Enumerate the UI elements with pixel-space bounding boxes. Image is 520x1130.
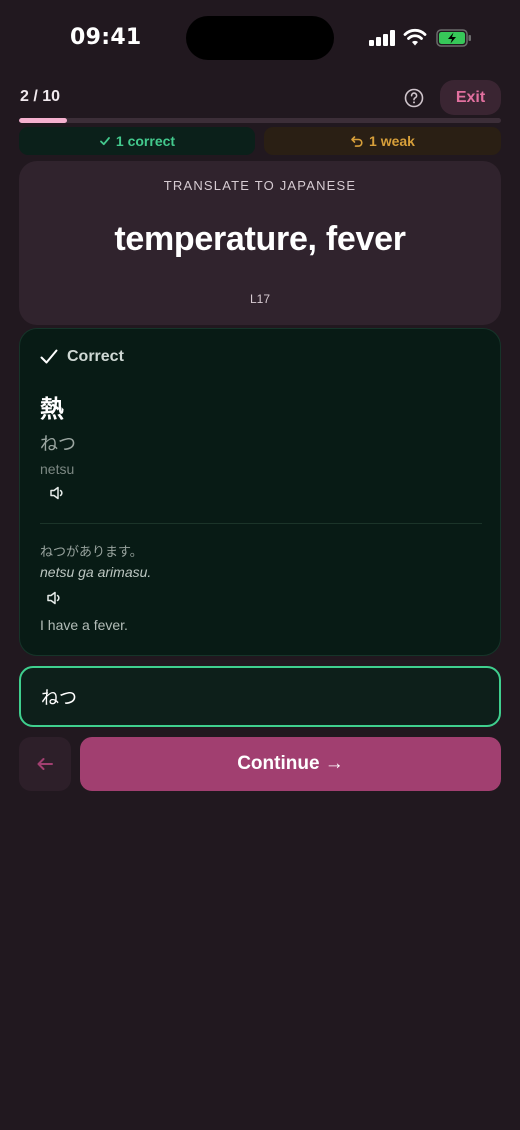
answer-kanji: 熱 xyxy=(40,395,64,423)
question-circle-icon[interactable] xyxy=(403,87,425,109)
prompt-card: TRANSLATE TO JAPANESE temperature, fever… xyxy=(19,161,501,325)
speaker-icon[interactable] xyxy=(46,590,64,606)
continue-button[interactable]: Continue → xyxy=(80,737,501,791)
weak-count-label: 1 weak xyxy=(369,133,415,149)
example-japanese: ねつがあります。 xyxy=(40,545,143,560)
exit-button[interactable]: Exit xyxy=(440,80,501,115)
divider xyxy=(40,523,482,524)
example-english: I have a fever. xyxy=(40,617,128,633)
battery-charging-icon xyxy=(436,29,471,47)
checkmark-icon xyxy=(40,349,58,364)
back-button[interactable] xyxy=(19,737,71,791)
result-header: Correct xyxy=(40,348,124,366)
prompt-instruction: TRANSLATE TO JAPANESE xyxy=(163,178,357,193)
answer-kana: ねつ xyxy=(40,434,76,455)
check-icon xyxy=(100,137,110,146)
prompt-word: temperature, fever xyxy=(114,220,406,258)
answer-input[interactable]: ねつ xyxy=(19,666,501,727)
cellular-signal-icon xyxy=(369,30,397,46)
progress-bar-fill xyxy=(19,118,68,123)
lesson-tag: L17 xyxy=(249,292,271,306)
correct-count-badge: 1 correct xyxy=(19,127,255,155)
example-romaji: netsu ga arimasu. xyxy=(40,564,152,580)
dynamic-island xyxy=(186,16,334,60)
weak-count-badge: 1 weak xyxy=(264,127,501,155)
wifi-icon xyxy=(403,28,427,46)
undo-icon xyxy=(351,136,363,147)
status-time: 09:41 xyxy=(70,25,142,50)
result-card: Correct 熱 ねつ netsu ねつがあります。 netsu ga ari… xyxy=(19,328,501,656)
progress-bar xyxy=(19,118,501,123)
answer-romaji: netsu xyxy=(40,461,75,477)
result-status: Correct xyxy=(67,348,124,365)
speaker-icon[interactable] xyxy=(49,485,67,501)
status-bar: 09:41 xyxy=(0,0,520,76)
correct-count-label: 1 correct xyxy=(115,133,176,149)
question-progress-text: 2 / 10 xyxy=(20,88,61,105)
arrow-left-icon xyxy=(37,758,53,770)
